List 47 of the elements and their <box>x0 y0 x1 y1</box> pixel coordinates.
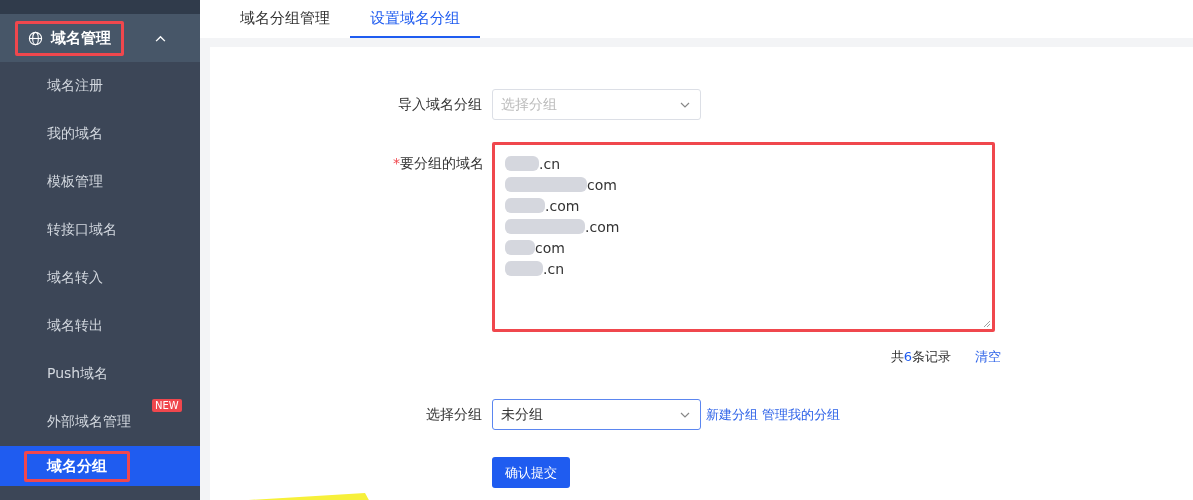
tab[interactable]: 设置域名分组 <box>350 0 480 38</box>
redaction-blur <box>505 198 545 213</box>
redaction-blur <box>505 261 543 276</box>
caret-icon <box>680 411 690 418</box>
form-label: *要分组的域名 <box>392 154 485 173</box>
record-count: 共6条记录 <box>890 348 951 366</box>
menu-item-label: 模板管理 <box>47 173 103 191</box>
submit-button[interactable]: 确认提交 <box>492 457 570 488</box>
sidebar-item[interactable]: 模板管理 <box>0 158 200 206</box>
menu-item-label: 转接口域名 <box>47 221 117 239</box>
form-label: 选择分组 <box>425 405 483 424</box>
domain-entry: com <box>535 239 565 256</box>
domain-entry: .com <box>545 197 580 214</box>
menu-item-label: 域名注册 <box>47 77 103 95</box>
sidebar-item[interactable]: Push域名 <box>0 350 200 398</box>
sidebar-item[interactable]: 我的域名 <box>0 110 200 158</box>
resize-grip-icon <box>984 321 990 327</box>
sidebar-item[interactable]: 转接口域名 <box>0 206 200 254</box>
domain-entry: .com <box>585 218 620 235</box>
group-link[interactable]: 管理我的分组 <box>762 405 840 424</box>
form-label: 导入域名分组 <box>397 95 483 114</box>
redaction-blur <box>505 240 535 255</box>
sidebar-item[interactable]: 域名分组 <box>0 446 200 486</box>
sidebar-item[interactable]: 外部域名管理 NEW <box>0 398 200 446</box>
menu-item-label: 域名转入 <box>47 269 103 287</box>
caret-icon <box>680 101 690 108</box>
domain-entry: .cn <box>543 260 565 277</box>
redaction-blur <box>505 156 539 171</box>
clear-link[interactable]: 清空 <box>975 348 1001 366</box>
menu-item-label: 域名分组 <box>47 456 107 476</box>
globe-icon <box>28 30 43 46</box>
sidebar-item[interactable]: 域名转入 <box>0 254 200 302</box>
new-badge: NEW <box>152 399 182 412</box>
domain-list-field[interactable]: .cn com .com .com com .cn <box>492 142 995 332</box>
menu-group-title[interactable]: 域名管理 <box>51 28 111 48</box>
domain-entry: .cn <box>539 155 561 172</box>
group-link[interactable]: 新建分组 <box>706 405 758 424</box>
group-select[interactable]: 未分组 <box>492 399 701 430</box>
domain-entry: com <box>587 176 617 193</box>
sidebar-item[interactable]: 域名注册 <box>0 62 200 110</box>
menu-item-label: 域名转出 <box>47 317 103 335</box>
tab[interactable]: 域名分组管理 <box>220 0 350 38</box>
menu-item-label: Push域名 <box>47 365 109 383</box>
chevron-icon[interactable] <box>155 34 166 42</box>
menu-item-label: 我的域名 <box>47 125 103 143</box>
menu-item-label: 外部域名管理 <box>47 413 131 431</box>
sidebar-item[interactable]: 域名转出 <box>0 302 200 350</box>
